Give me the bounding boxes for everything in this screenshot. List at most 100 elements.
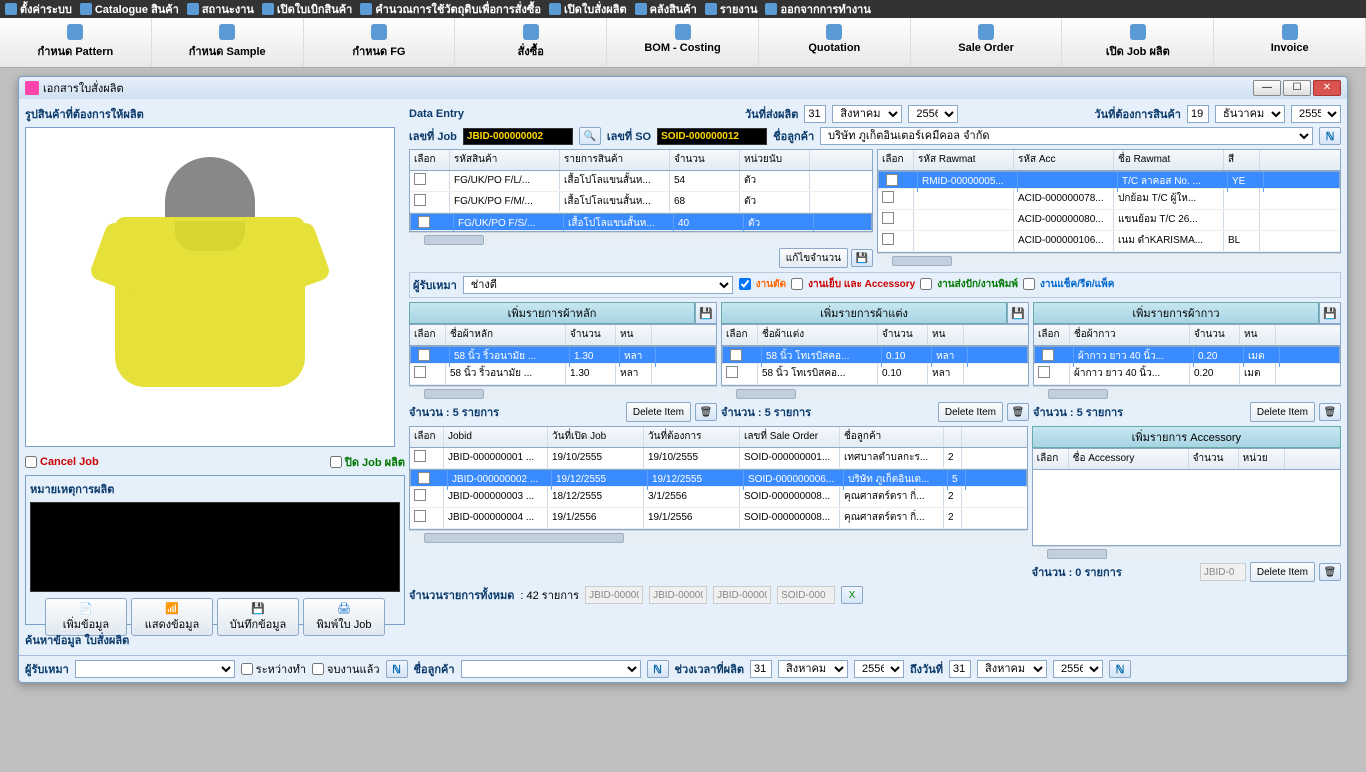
ribbon-saleorder[interactable]: Sale Order xyxy=(911,18,1063,67)
send-year[interactable]: 2556 xyxy=(908,105,958,123)
table-row[interactable]: ผ้ากาว ยาว 40 นิ้ว...0.20เมต xyxy=(1034,364,1340,385)
table-row[interactable]: ACID-000000080...แขนย้อม T/C 26... xyxy=(878,210,1340,231)
menu-catalogue[interactable]: Catalogue สินค้า xyxy=(80,1,179,17)
table-row[interactable]: 58 นิ้ว โทเรบิสคอ...0.10หลา xyxy=(722,346,1028,364)
trash-icon[interactable]: 🗑 xyxy=(1319,563,1341,581)
search-icon[interactable]: ℕ xyxy=(386,660,408,678)
from-month[interactable]: สิงหาคม xyxy=(778,660,848,678)
trash-icon[interactable]: 🗑 xyxy=(1007,403,1029,421)
close-button[interactable]: ✕ xyxy=(1313,80,1341,96)
menu-report[interactable]: รายงาน xyxy=(705,1,758,17)
to-day[interactable] xyxy=(949,660,971,678)
delete-main-fabric-button[interactable]: Delete Item xyxy=(626,402,691,422)
task-pack-checkbox[interactable]: งานแช็ค/รีด/แพ็ค xyxy=(1023,277,1116,292)
job-id-input[interactable] xyxy=(463,128,573,145)
table-row[interactable]: 58 นิ้ว โทเรบิสคอ...0.10หลา xyxy=(722,364,1028,385)
customer-rss-button[interactable]: ℕ xyxy=(1319,127,1341,145)
filter1-input[interactable] xyxy=(585,586,643,604)
table-row[interactable]: JBID-000000003 ...18/12/25553/1/2556SOID… xyxy=(410,487,1027,508)
menu-warehouse[interactable]: คลังสินค้า xyxy=(635,1,697,17)
search-icon[interactable]: ℕ xyxy=(1109,660,1131,678)
inprogress-checkbox[interactable]: ระหว่างทำ xyxy=(241,660,306,678)
fix-qty-button[interactable]: แก้ไขจำนวน xyxy=(779,248,848,268)
table-row[interactable]: ACID-000000106...เนม ดำKARISMA...BL xyxy=(878,231,1340,252)
so-id-input[interactable] xyxy=(657,128,767,145)
filter2-input[interactable] xyxy=(649,586,707,604)
trash-icon[interactable]: 🗑 xyxy=(695,403,717,421)
close-job-checkbox[interactable]: ปิด Job ผลิต xyxy=(330,453,405,471)
cancel-job-checkbox[interactable]: Cancel Job xyxy=(25,453,99,471)
task-print-checkbox[interactable]: งานส่งปัก/งานพิมพ์ xyxy=(920,277,1020,292)
data-entry-label: Data Entry xyxy=(409,108,739,120)
to-month[interactable]: สิงหาคม xyxy=(977,660,1047,678)
task-sew-checkbox[interactable]: งานเย็บ และ Accessory xyxy=(791,277,917,292)
history-grid[interactable]: เลือกJobidวันที่เปิด Jobวันที่ต้องการเลข… xyxy=(409,426,1028,530)
main-fabric-grid[interactable]: เลือกชื่อผ้าหลักจำนวนหน58 นิ้ว ริ้วอนามั… xyxy=(409,324,717,386)
banner-main-fabric: เพิ่มรายการผ้าหลัก xyxy=(409,302,695,324)
excel-export-icon[interactable]: X xyxy=(841,586,863,604)
table-row[interactable]: ผ้ากาว ยาว 40 นิ้ว...0.20เมต xyxy=(1034,346,1340,364)
menu-status[interactable]: สถานะงาน xyxy=(187,1,254,17)
save-glue-fabric-icon[interactable]: 💾 xyxy=(1319,302,1341,324)
app-icon xyxy=(25,81,39,95)
table-row[interactable]: ACID-000000078...ปกย้อม T/C ผู้ให... xyxy=(878,189,1340,210)
accessory-id-input[interactable] xyxy=(1200,563,1246,581)
menu-production[interactable]: เปิดใบสั่งผลิต xyxy=(549,1,627,17)
ribbon-invoice[interactable]: Invoice xyxy=(1214,18,1366,67)
table-row[interactable]: JBID-000000004 ...19/1/255619/1/2556SOID… xyxy=(410,508,1027,529)
send-month[interactable]: สิงหาคม xyxy=(832,105,902,123)
from-year[interactable]: 2556 xyxy=(854,660,904,678)
table-row[interactable]: JBID-000000001 ...19/10/255519/10/2555SO… xyxy=(410,448,1027,469)
search-icon[interactable]: ℕ xyxy=(647,660,669,678)
table-row[interactable]: RMID-00000005...T/C ลาคอส No. ...YE xyxy=(878,171,1340,189)
save-main-fabric-icon[interactable]: 💾 xyxy=(695,302,717,324)
need-month[interactable]: ธันวาคม xyxy=(1215,105,1285,123)
send-day[interactable] xyxy=(804,105,826,123)
task-cut-checkbox[interactable]: งานตัด xyxy=(739,277,788,292)
production-window: เอกสารใบสั่งผลิต — ☐ ✕ รูปสินค้าที่ต้องก… xyxy=(18,76,1348,683)
menu-exit[interactable]: ออกจากการทำงาน xyxy=(765,1,870,17)
filter3-input[interactable] xyxy=(713,586,771,604)
need-year[interactable]: 2555 xyxy=(1291,105,1341,123)
ribbon-bom[interactable]: BOM - Costing xyxy=(607,18,759,67)
fix-qty-save-icon[interactable]: 💾 xyxy=(851,249,873,267)
to-year[interactable]: 2556 xyxy=(1053,660,1103,678)
ribbon-po[interactable]: สั่งซื้อ xyxy=(455,18,607,67)
accessory-grid[interactable]: เลือกชื่อ Accessoryจำนวนหน่วย xyxy=(1032,448,1341,546)
search-customer-select xyxy=(461,660,641,678)
job-lookup-button[interactable]: 🔍 xyxy=(579,127,601,145)
maximize-button[interactable]: ☐ xyxy=(1283,80,1311,96)
delete-accessory-button[interactable]: Delete Item xyxy=(1250,562,1315,582)
table-row[interactable]: FG/UK/PO F/M/...เสื้อโปโลแขนสั้นห...68ตั… xyxy=(410,192,872,213)
table-row[interactable]: FG/UK/PO F/L/...เสื้อโปโลแขนสั้นห...54ตั… xyxy=(410,171,872,192)
ribbon-fg[interactable]: กำหนด FG xyxy=(304,18,456,67)
menu-calc[interactable]: คำนวณการใช้วัตถุดิบเพื่อการสั่งซื้อ xyxy=(360,1,541,17)
ribbon-quotation[interactable]: Quotation xyxy=(759,18,911,67)
search-contractor-select[interactable] xyxy=(75,660,235,678)
customer-select[interactable]: บริษัท ภูเก็ตอินเตอร์เคมีคอล จำกัด xyxy=(820,127,1313,145)
table-row[interactable]: 58 นิ้ว ริ้วอนามัย ...1.30หลา xyxy=(410,364,716,385)
rawmat-grid[interactable]: เลือกรหัส Rawmatรหัส Accชื่อ RawmatสีRMI… xyxy=(877,149,1341,253)
delete-deco-fabric-button[interactable]: Delete Item xyxy=(938,402,1003,422)
table-row[interactable]: FG/UK/PO F/S/...เสื้อโปโลแขนสั้นห...40ตั… xyxy=(410,213,872,231)
ribbon-sample[interactable]: กำหนด Sample xyxy=(152,18,304,67)
delete-glue-fabric-button[interactable]: Delete Item xyxy=(1250,402,1315,422)
ribbon-pattern[interactable]: กำหนด Pattern xyxy=(0,18,152,67)
ribbon-job[interactable]: เปิด Job ผลิต xyxy=(1062,18,1214,67)
deco-fabric-grid[interactable]: เลือกชื่อผ้าแต่งจำนวนหน58 นิ้ว โทเรบิสคอ… xyxy=(721,324,1029,386)
from-day[interactable] xyxy=(750,660,772,678)
minimize-button[interactable]: — xyxy=(1253,80,1281,96)
table-row[interactable]: JBID-000000002 ...19/12/255519/12/2555SO… xyxy=(410,469,1027,487)
done-checkbox[interactable]: จบงานแล้ว xyxy=(312,660,380,678)
filter4-input[interactable] xyxy=(777,586,835,604)
contractor-select[interactable]: ช่างตี xyxy=(463,276,733,294)
menu-settings[interactable]: ตั้งค่าระบบ xyxy=(5,1,72,17)
notes-textarea[interactable] xyxy=(30,502,400,592)
fg-grid[interactable]: เลือกรหัสสินค้ารายการสินค้าจำนวนหน่วยนับ… xyxy=(409,149,873,232)
table-row[interactable]: 58 นิ้ว ริ้วอนามัย ...1.30หลา xyxy=(410,346,716,364)
trash-icon[interactable]: 🗑 xyxy=(1319,403,1341,421)
save-deco-fabric-icon[interactable]: 💾 xyxy=(1007,302,1029,324)
need-day[interactable] xyxy=(1187,105,1209,123)
glue-fabric-grid[interactable]: เลือกชื่อผ้ากาวจำนวนหนผ้ากาว ยาว 40 นิ้ว… xyxy=(1033,324,1341,386)
menu-requisition[interactable]: เปิดใบเบิกสินค้า xyxy=(262,1,352,17)
